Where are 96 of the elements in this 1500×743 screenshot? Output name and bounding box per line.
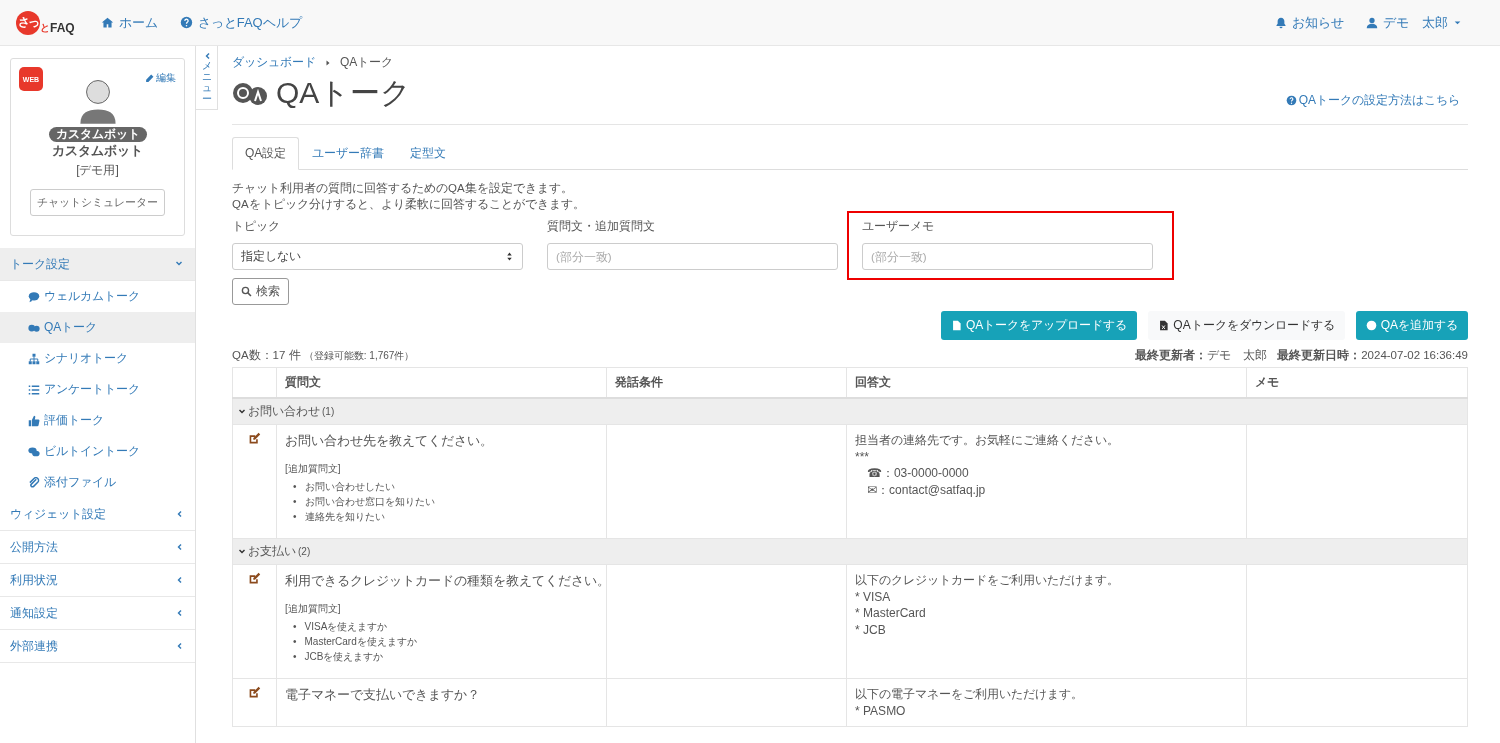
field-label: トピック — [232, 218, 281, 235]
user-icon — [1366, 16, 1378, 29]
bot-type-badge: カスタムボット — [48, 127, 147, 142]
description-text: チャット利用者の質問に回答するためのQA集を設定できます。 — [232, 181, 574, 196]
help-link[interactable]: QAトークの設定方法はこちら — [1285, 92, 1460, 109]
answer-line: * VISA — [855, 588, 892, 605]
bullet: • — [293, 650, 297, 664]
help-icon — [1285, 95, 1297, 106]
bot-name: カスタムボット — [52, 143, 143, 160]
page-title: QAトーク — [276, 75, 412, 111]
menu-section[interactable]: 通知設定 — [0, 597, 195, 630]
comments-icon — [28, 445, 40, 458]
extra-question: JCBを使えますか — [304, 650, 384, 664]
menu-section[interactable]: 公開方法 — [0, 531, 195, 564]
answer-line: 以下の電子マネーをご利用いただけます。 — [855, 686, 1084, 703]
tab[interactable]: QA設定 — [232, 137, 300, 170]
group-count: (2) — [298, 546, 311, 557]
menu-item[interactable]: アンケートトーク — [0, 374, 195, 405]
question-text: お問い合わせ先を教えてください。 — [285, 432, 494, 450]
answer-line: *** — [855, 448, 870, 465]
group-count: (1) — [322, 406, 335, 417]
edit-icon[interactable] — [248, 432, 261, 445]
menu-section[interactable]: ウィジェット設定 — [0, 498, 195, 531]
description-text: QAをトピック分けすると、より柔軟に回答することができます。 — [232, 197, 586, 212]
chat-bubble-icon — [28, 290, 40, 303]
extra-questions-label: [追加質問文] — [285, 462, 342, 476]
field-label: 質問文・追加質問文 — [547, 218, 656, 235]
extra-questions-label: [追加質問文] — [285, 602, 342, 616]
edit-icon[interactable] — [248, 686, 261, 699]
input-field[interactable]: (部分一致) — [547, 243, 838, 270]
group-row[interactable]: お支払い (2) — [232, 538, 1468, 565]
home-icon — [100, 16, 114, 29]
menu-toggle[interactable]: メニュー — [196, 46, 218, 110]
group-name: お支払い — [248, 543, 296, 560]
notifications-link[interactable]: お知らせ — [1275, 13, 1344, 32]
qa-count: QA数：17 件 （登録可能数: 1,767件） — [232, 348, 415, 363]
group-name: お問い合わせ — [248, 403, 320, 420]
menu-item[interactable]: シナリオトーク — [0, 343, 195, 374]
field-label: ユーザーメモ — [862, 218, 935, 235]
update-info: 最終更新日時：2024-07-02 16:36:49 — [1277, 348, 1468, 363]
answer-line: * PASMO — [855, 702, 907, 719]
thumbs-up-icon — [28, 414, 40, 427]
qa-bubbles-icon — [232, 81, 268, 106]
tab[interactable]: ユーザー辞書 — [299, 137, 398, 170]
answer-line: * JCB — [855, 621, 887, 638]
breadcrumb-link[interactable]: ダッシュボード — [232, 54, 316, 71]
question-text: 電子マネーで支払いできますか？ — [285, 686, 481, 704]
menu-section[interactable]: トーク設定 — [0, 248, 195, 281]
menu-item[interactable]: 評価トーク — [0, 405, 195, 436]
bot-note: [デモ用] — [76, 162, 119, 179]
action-button[interactable]: QAトークをアップロードする — [940, 311, 1138, 340]
bullet: • — [293, 495, 297, 509]
chat-simulator-button[interactable]: チャットシミュレーター — [30, 189, 165, 216]
answer-line: * MasterCard — [855, 605, 927, 622]
answer-line: ✉：contact@satfaq.jp — [866, 481, 987, 498]
menu-item[interactable]: ビルトイントーク — [0, 436, 195, 467]
pencil-icon — [145, 73, 154, 83]
tab[interactable]: 定型文 — [397, 137, 460, 170]
edit-link[interactable]: 編集 — [145, 71, 176, 85]
list-icon — [28, 383, 40, 396]
answer-line: 担当者の連絡先です。お気軽にご連絡ください。 — [855, 432, 1120, 449]
user-menu[interactable]: デモ 太郎 — [1366, 13, 1462, 32]
extra-question: お問い合わせしたい — [304, 480, 395, 494]
bullet: • — [293, 620, 297, 634]
hierarchy-icon — [28, 352, 40, 365]
topic-dropdown[interactable]: 指定しない — [232, 243, 523, 270]
menu-item[interactable]: ウェルカムトーク — [0, 281, 195, 312]
notification-icon — [1275, 16, 1287, 29]
nav-link[interactable]: ホーム — [100, 13, 158, 32]
group-row[interactable]: お問い合わせ (1) — [232, 398, 1468, 425]
input-field[interactable]: (部分一致) — [862, 243, 1153, 270]
paperclip-icon — [28, 476, 40, 489]
edit-icon[interactable] — [248, 572, 261, 585]
menu-section[interactable]: 利用状況 — [0, 564, 195, 597]
bullet: • — [293, 480, 297, 494]
menu-item[interactable]: 添付ファイル — [0, 467, 195, 498]
extra-question: MasterCardを使えますか — [304, 635, 417, 649]
search-icon — [241, 286, 252, 297]
search-button[interactable]: 検索 — [232, 278, 289, 305]
menu-section[interactable]: 外部連携 — [0, 630, 195, 663]
answer-line: 以下のクレジットカードをご利用いただけます。 — [855, 572, 1120, 589]
menu-item[interactable]: QAトーク — [0, 312, 195, 343]
action-button[interactable]: QAトークをダウンロードする — [1148, 311, 1345, 340]
answer-line: ☎：03-0000-0000 — [866, 465, 970, 482]
extra-question: VISAを使えますか — [304, 620, 388, 634]
extra-question: 連絡先を知りたい — [304, 510, 385, 524]
bullet: • — [293, 510, 297, 524]
nav-link[interactable]: さっとFAQヘルプ — [179, 13, 302, 32]
help-icon — [179, 16, 193, 29]
bullet: • — [293, 635, 297, 649]
action-button[interactable]: QAを追加する — [1355, 311, 1468, 340]
update-info: 最終更新者：デモ 太郎 — [1135, 348, 1268, 363]
sort-arrows-icon — [505, 252, 514, 261]
breadcrumb-separator-icon — [324, 58, 332, 67]
breadcrumb-current: QAトーク — [340, 54, 394, 71]
extra-question: お問い合わせ窓口を知りたい — [304, 495, 435, 509]
